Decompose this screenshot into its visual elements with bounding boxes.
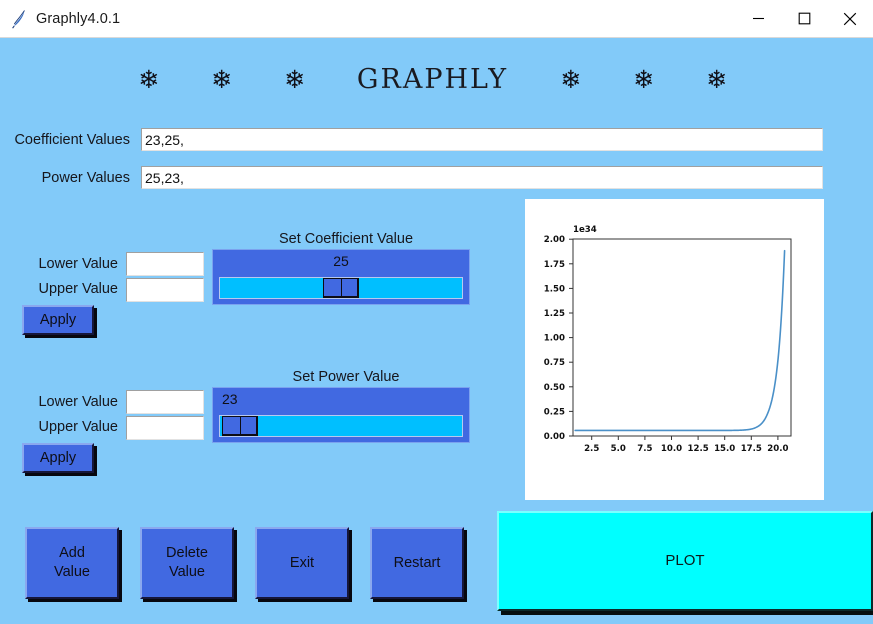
svg-text:1.25: 1.25 bbox=[544, 309, 565, 319]
snowflake-icon: ❄ bbox=[633, 64, 654, 94]
power-values-input[interactable]: 25,23, bbox=[141, 166, 823, 189]
power-slider-track[interactable] bbox=[219, 415, 463, 437]
power-upper-input[interactable] bbox=[126, 416, 204, 440]
coefficient-slider-track[interactable] bbox=[219, 277, 463, 299]
close-button[interactable] bbox=[827, 1, 873, 37]
add-value-label-line2: Value bbox=[53, 564, 90, 580]
coefficient-slider-value: 25 bbox=[333, 253, 349, 269]
svg-text:2.5: 2.5 bbox=[584, 444, 599, 454]
coefficient-slider-caption: Set Coefficient Value bbox=[278, 231, 414, 247]
svg-text:1.50: 1.50 bbox=[544, 284, 565, 294]
svg-text:15.0: 15.0 bbox=[714, 444, 735, 454]
svg-text:7.5: 7.5 bbox=[637, 444, 652, 454]
svg-text:12.5: 12.5 bbox=[687, 444, 708, 454]
exit-button[interactable]: Exit bbox=[255, 527, 349, 599]
svg-text:20.0: 20.0 bbox=[767, 444, 788, 454]
svg-text:0.50: 0.50 bbox=[544, 383, 565, 393]
add-value-button[interactable]: Add Value bbox=[25, 527, 119, 599]
snowflake-icon: ❄ bbox=[283, 64, 305, 94]
exit-label: Exit bbox=[289, 554, 315, 571]
page-title: GRAPHLY bbox=[356, 63, 509, 95]
svg-text:17.5: 17.5 bbox=[741, 444, 762, 454]
power-upper-label: Upper Value bbox=[38, 419, 118, 435]
add-value-label-line1: Add bbox=[59, 545, 85, 562]
svg-text:1.00: 1.00 bbox=[544, 334, 565, 344]
coefficient-slider-thumb[interactable] bbox=[323, 278, 359, 298]
delete-value-label-line2: Value bbox=[168, 564, 205, 580]
y-axis-exponent-label: 1e34 bbox=[573, 225, 597, 235]
power-lower-label: Lower Value bbox=[38, 394, 118, 410]
plot-button[interactable]: PLOT bbox=[497, 511, 873, 611]
snowflake-icon: ❄ bbox=[211, 64, 232, 94]
delete-value-label-line1: Delete bbox=[166, 545, 208, 562]
title-bar: Graphly4.0.1 bbox=[0, 0, 873, 38]
coefficient-upper-input[interactable] bbox=[126, 278, 204, 302]
delete-value-button[interactable]: Delete Value bbox=[140, 527, 234, 599]
snowflake-icon: ❄ bbox=[560, 64, 582, 94]
app-header: ❄ ❄ ❄ GRAPHLY ❄ ❄ ❄ bbox=[0, 37, 873, 121]
minimize-button[interactable] bbox=[735, 1, 781, 37]
coefficient-lower-input[interactable] bbox=[126, 252, 204, 276]
svg-text:5.0: 5.0 bbox=[611, 444, 626, 454]
svg-text:0.75: 0.75 bbox=[544, 358, 565, 368]
plot-canvas: 1e34 0.00 0.25 0.50 0.75 1.00 1.25 1.50 … bbox=[525, 199, 824, 500]
coefficient-apply-label: Apply bbox=[39, 311, 77, 328]
power-lower-input[interactable] bbox=[126, 390, 204, 414]
plot-button-label: PLOT bbox=[665, 552, 705, 570]
svg-text:2.00: 2.00 bbox=[544, 235, 565, 245]
svg-text:1.75: 1.75 bbox=[544, 260, 565, 270]
svg-text:10.0: 10.0 bbox=[661, 444, 682, 454]
power-values-row: Power Values 25,23, bbox=[0, 166, 830, 189]
coefficient-apply-button[interactable]: Apply bbox=[22, 305, 94, 335]
restart-label: Restart bbox=[393, 554, 441, 571]
coefficient-lower-label: Lower Value bbox=[38, 256, 118, 272]
feather-icon bbox=[10, 9, 28, 29]
power-slider-thumb[interactable] bbox=[222, 416, 259, 436]
power-values-label: Power Values bbox=[41, 169, 130, 186]
chart-svg: 1e34 0.00 0.25 0.50 0.75 1.00 1.25 1.50 … bbox=[525, 199, 824, 500]
power-apply-label: Apply bbox=[39, 449, 77, 466]
app-window: Graphly4.0.1 ❄ ❄ ❄ GRAPHLY ❄ ❄ ❄ Coeffic… bbox=[0, 0, 873, 624]
maximize-button[interactable] bbox=[781, 1, 827, 37]
svg-text:0.25: 0.25 bbox=[544, 407, 565, 417]
coefficient-upper-label: Upper Value bbox=[38, 281, 118, 297]
coefficient-values-label: Coefficient Values bbox=[14, 131, 130, 148]
coefficient-values-input[interactable]: 23,25, bbox=[141, 128, 823, 151]
power-slider-value: 23 bbox=[222, 391, 238, 407]
power-apply-button[interactable]: Apply bbox=[22, 443, 94, 473]
power-slider-caption: Set Power Value bbox=[292, 369, 400, 385]
snowflake-icon: ❄ bbox=[138, 64, 160, 94]
restart-button[interactable]: Restart bbox=[370, 527, 464, 599]
coefficient-values-row: Coefficient Values 23,25, bbox=[0, 128, 830, 151]
coefficient-slider[interactable]: 25 bbox=[212, 249, 470, 305]
power-slider[interactable]: 23 bbox=[212, 387, 470, 443]
svg-text:0.00: 0.00 bbox=[544, 432, 565, 442]
window-title: Graphly4.0.1 bbox=[36, 10, 121, 27]
snowflake-icon: ❄ bbox=[705, 64, 727, 94]
